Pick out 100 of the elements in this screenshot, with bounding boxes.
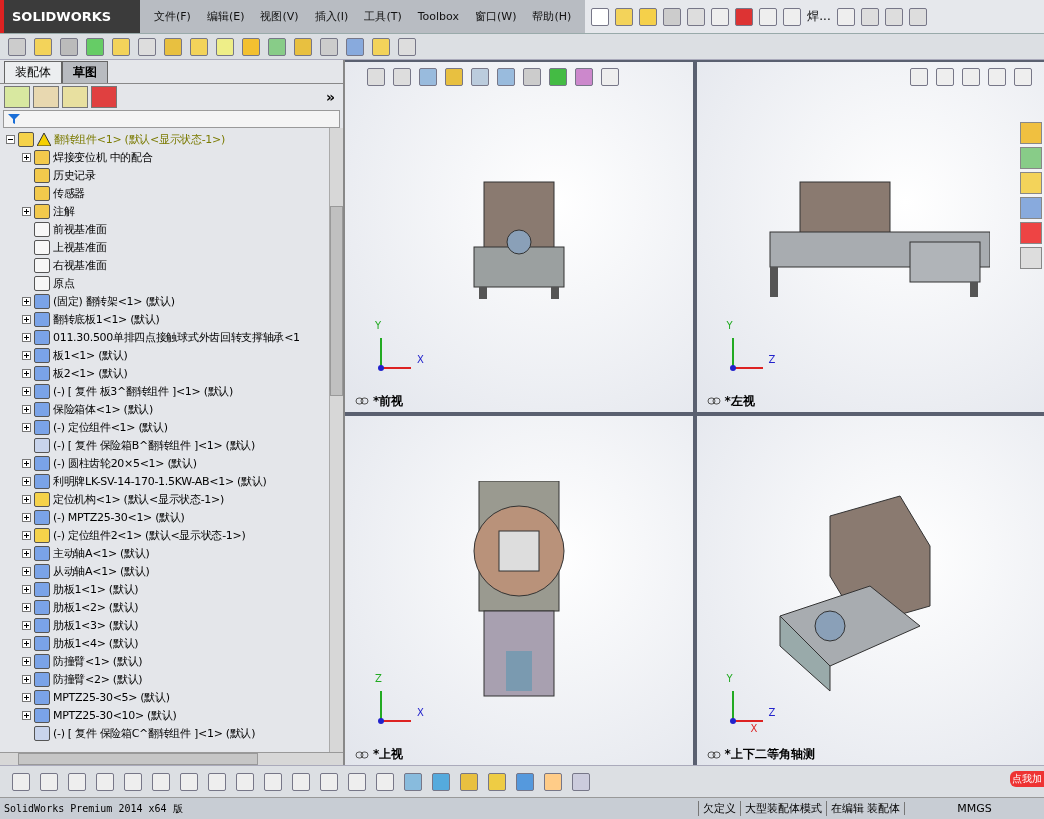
tree-item[interactable]: 防撞臂<2> (默认): [53, 671, 143, 687]
menu-item[interactable]: 窗口(W): [466, 9, 525, 24]
view-toolbar-icon[interactable]: [471, 68, 489, 86]
viewport[interactable]: Y X *前视: [345, 62, 693, 412]
tree-item[interactable]: (-) 圆柱齿轮20×5<1> (默认): [53, 455, 197, 471]
window-control-icon[interactable]: [962, 68, 980, 86]
expand-toggle[interactable]: [22, 692, 31, 702]
tree-item[interactable]: (-) [ 复件 保险箱C^翻转组件 ]<1> (默认): [53, 725, 256, 741]
tree-item[interactable]: 原点: [53, 275, 75, 291]
expand-toggle[interactable]: [22, 494, 31, 504]
expand-toggle[interactable]: [22, 350, 31, 360]
toolbar-icon[interactable]: [320, 37, 338, 56]
panel-tab[interactable]: 草图: [62, 61, 108, 83]
toolbar-icon[interactable]: [615, 7, 634, 26]
expand-toggle[interactable]: [22, 566, 31, 576]
toolbar-icon[interactable]: [242, 37, 260, 56]
toolbar-button[interactable]: 焊...: [807, 8, 831, 25]
toolbar-icon[interactable]: [8, 37, 26, 56]
toolbar-icon[interactable]: [34, 37, 52, 56]
expand-toggle[interactable]: [22, 674, 31, 684]
expand-toggle[interactable]: [22, 602, 31, 612]
sketch-toolbar-icon[interactable]: [96, 772, 114, 791]
toolbar-icon[interactable]: [711, 7, 730, 26]
toolbar-icon[interactable]: [190, 37, 208, 56]
close-icon[interactable]: [908, 7, 927, 26]
task-pane-button[interactable]: [1020, 247, 1042, 269]
tree-item[interactable]: 主动轴A<1> (默认): [53, 545, 150, 561]
tree-item[interactable]: 肋板1<1> (默认): [53, 581, 139, 597]
sketch-toolbar-icon[interactable]: [236, 772, 254, 791]
sketch-toolbar-icon[interactable]: [348, 772, 366, 791]
expand-toggle[interactable]: [22, 206, 31, 216]
tree-item[interactable]: 板2<1> (默认): [53, 365, 128, 381]
tree-item[interactable]: 肋板1<3> (默认): [53, 617, 139, 633]
toolbar-icon[interactable]: [639, 7, 658, 26]
expand-toggle[interactable]: [22, 386, 31, 396]
tree-item[interactable]: (-) 定位组件2<1> (默认<显示状态-1>): [53, 527, 246, 543]
sketch-toolbar-icon[interactable]: [572, 772, 590, 791]
viewport[interactable]: Y Z *左视: [696, 62, 1044, 412]
toolbar-icon[interactable]: [398, 37, 416, 56]
toolbar-icon[interactable]: [759, 7, 778, 26]
toolbar-icon[interactable]: [268, 37, 286, 56]
sketch-toolbar-icon[interactable]: [432, 772, 450, 791]
tree-item[interactable]: 传感器: [53, 185, 86, 201]
toolbar-icon[interactable]: [164, 37, 182, 56]
expand-toggle[interactable]: [22, 296, 31, 306]
sketch-toolbar-icon[interactable]: [180, 772, 198, 791]
expand-toggle[interactable]: [22, 638, 31, 648]
window-control-icon[interactable]: [910, 68, 928, 86]
tree-item[interactable]: (-) MPTZ25-30<1> (默认): [53, 509, 185, 525]
expand-toggle[interactable]: [22, 404, 31, 414]
expand-toggle[interactable]: [22, 584, 31, 594]
tree-item[interactable]: 从动轴A<1> (默认): [53, 563, 150, 579]
expand-more[interactable]: »: [325, 89, 339, 105]
toolbar-icon[interactable]: [663, 7, 682, 26]
sketch-toolbar-icon[interactable]: [404, 772, 422, 791]
filter-icon[interactable]: [8, 113, 20, 125]
menu-item[interactable]: 帮助(H): [524, 9, 580, 24]
toolbar-icon[interactable]: [138, 37, 156, 56]
view-toolbar-icon[interactable]: [497, 68, 515, 86]
expand-toggle[interactable]: [22, 710, 31, 720]
panel-icon-tab[interactable]: [33, 86, 59, 108]
menu-item[interactable]: 文件(F): [146, 9, 199, 24]
menu-item[interactable]: 工具(T): [356, 9, 410, 24]
toolbar-icon[interactable]: [346, 37, 364, 56]
tree-item[interactable]: 利明牌LK-SV-14-170-1.5KW-AB<1> (默认): [53, 473, 267, 489]
sketch-toolbar-icon[interactable]: [516, 772, 534, 791]
tree-item[interactable]: (-) [ 复件 板3^翻转组件 ]<1> (默认): [53, 383, 234, 399]
viewport[interactable]: Z X *上视: [345, 415, 693, 765]
menu-item[interactable]: Toolbox: [409, 10, 467, 23]
tree-item[interactable]: 011.30.500单排四点接触球式外齿回转支撑轴承<1: [53, 329, 300, 345]
tree-item[interactable]: 定位机构<1> (默认<显示状态-1>): [53, 491, 224, 507]
view-toolbar-icon[interactable]: [445, 68, 463, 86]
sketch-toolbar-icon[interactable]: [40, 772, 58, 791]
sketch-toolbar-icon[interactable]: [208, 772, 226, 791]
expand-toggle[interactable]: [22, 314, 31, 324]
tree-item[interactable]: 焊接变位机 中的配合: [53, 149, 153, 165]
sketch-toolbar-icon[interactable]: [68, 772, 86, 791]
toolbar-icon[interactable]: [372, 37, 390, 56]
expand-toggle[interactable]: [22, 368, 31, 378]
restore-icon[interactable]: [884, 7, 903, 26]
toolbar-icon[interactable]: [735, 7, 754, 26]
sketch-toolbar-icon[interactable]: [152, 772, 170, 791]
tree-item[interactable]: (固定) 翻转架<1> (默认): [53, 293, 175, 309]
sketch-toolbar-icon[interactable]: [488, 772, 506, 791]
toolbar-icon[interactable]: [112, 37, 130, 56]
expand-toggle[interactable]: [22, 620, 31, 630]
toolbar-icon[interactable]: [294, 37, 312, 56]
expand-toggle[interactable]: [22, 476, 31, 486]
expand-toggle[interactable]: [22, 530, 31, 540]
sketch-toolbar-icon[interactable]: [320, 772, 338, 791]
toolbar-icon[interactable]: [86, 37, 104, 56]
tree-root-item[interactable]: 翻转组件<1> (默认<显示状态-1>): [54, 131, 225, 147]
sketch-toolbar-icon[interactable]: [12, 772, 30, 791]
expand-toggle[interactable]: [22, 422, 31, 432]
viewport[interactable]: Y Z X *上下二等角轴测: [696, 415, 1044, 765]
toolbar-icon[interactable]: [687, 7, 706, 26]
view-toolbar-icon[interactable]: [419, 68, 437, 86]
tree-item[interactable]: 前视基准面: [53, 221, 107, 237]
tree-item[interactable]: (-) [ 复件 保险箱B^翻转组件 ]<1> (默认): [53, 437, 255, 453]
expand-toggle[interactable]: [22, 458, 31, 468]
